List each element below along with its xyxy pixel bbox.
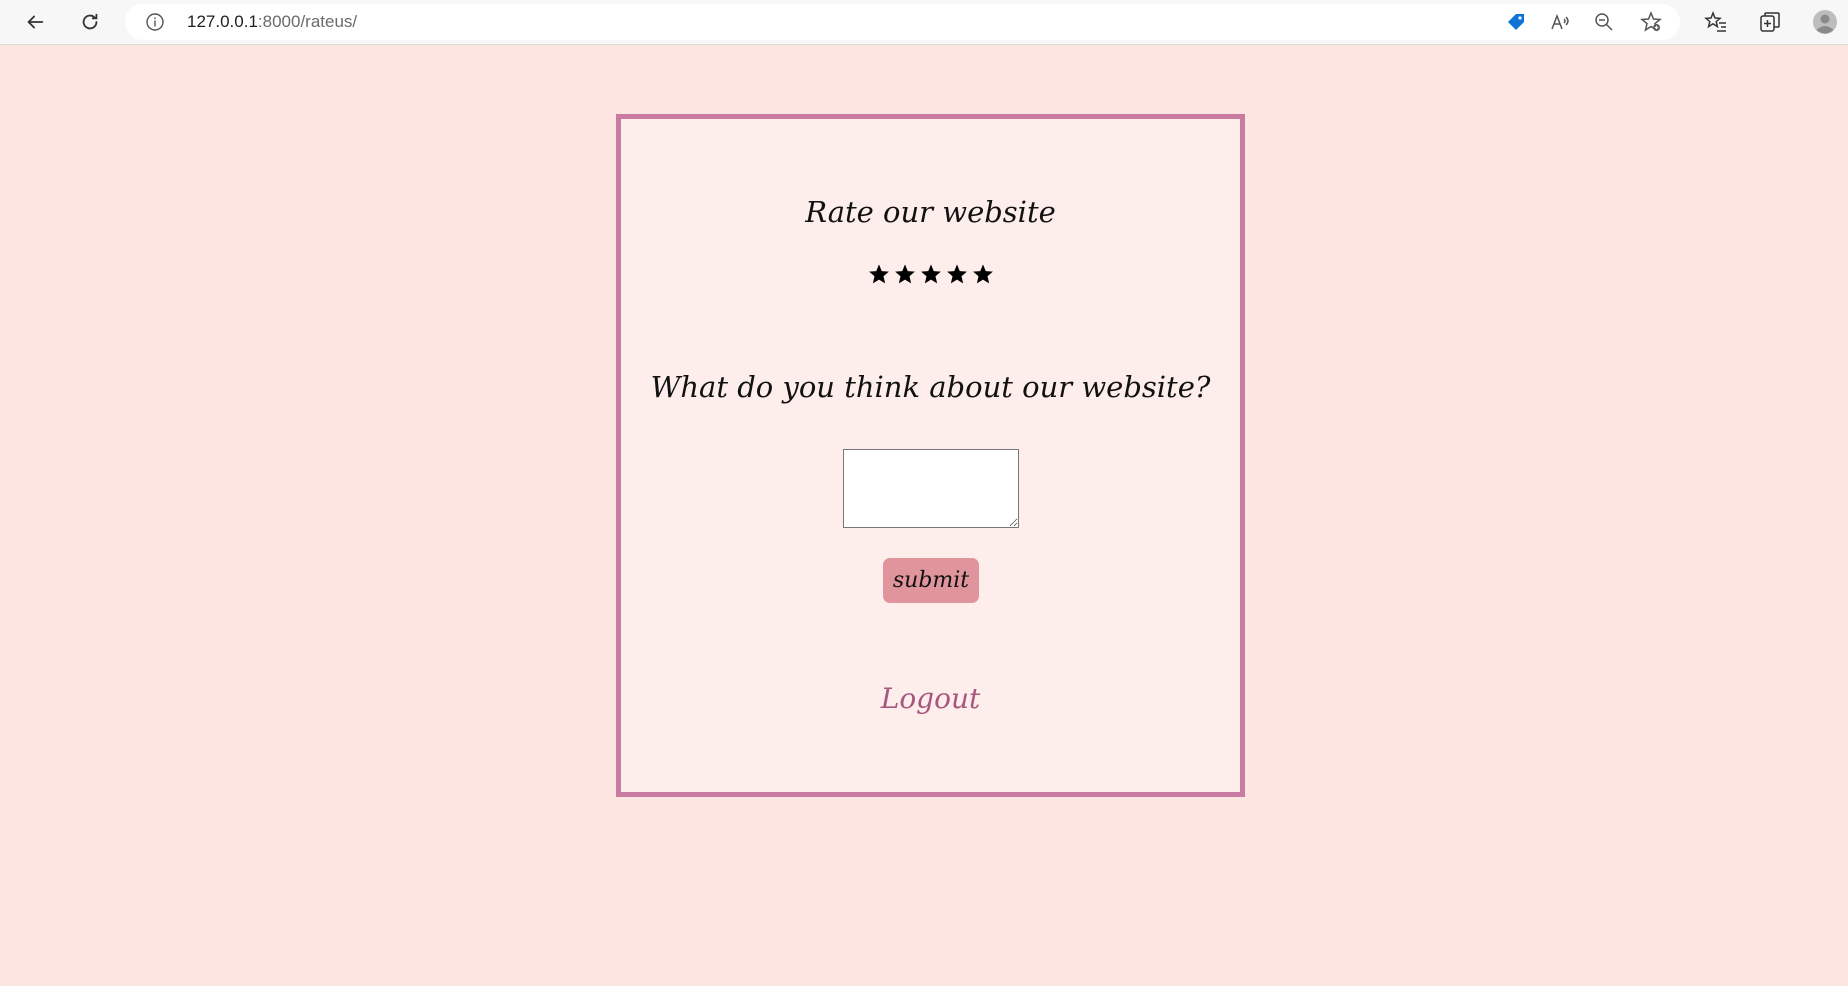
info-icon[interactable] (145, 12, 165, 32)
favorites-icon[interactable] (1703, 9, 1729, 35)
feedback-textarea[interactable] (843, 449, 1019, 528)
star-icon-2[interactable] (894, 263, 916, 285)
collections-icon[interactable] (1757, 9, 1783, 35)
star-rating[interactable] (621, 263, 1240, 285)
url-text[interactable]: 127.0.0.1:8000/rateus/ (187, 4, 357, 40)
address-bar[interactable]: 127.0.0.1:8000/rateus/ (125, 4, 1680, 40)
profile-avatar-icon[interactable] (1812, 9, 1838, 35)
star-icon-5[interactable] (972, 263, 994, 285)
read-aloud-icon[interactable] (1549, 11, 1571, 33)
shopping-tag-icon[interactable] (1505, 11, 1527, 33)
logout-link[interactable]: Logout (621, 682, 1240, 715)
page-title: Rate our website (805, 195, 1056, 229)
zoom-out-icon[interactable] (1593, 11, 1615, 33)
back-arrow-icon[interactable] (20, 7, 50, 37)
star-icon-1[interactable] (868, 263, 890, 285)
submit-button[interactable]: submit (883, 558, 979, 603)
star-icon-4[interactable] (946, 263, 968, 285)
star-icon-3[interactable] (920, 263, 942, 285)
url-host: 127.0.0.1 (187, 12, 258, 31)
reload-icon[interactable] (75, 7, 105, 37)
rating-card: Rate our website What do you think about… (616, 114, 1245, 797)
feedback-question: What do you think about our website? (650, 370, 1211, 404)
add-favorite-icon[interactable] (1640, 11, 1662, 33)
browser-toolbar: 127.0.0.1:8000/rateus/ (0, 0, 1848, 45)
url-path: :8000/rateus/ (257, 12, 358, 31)
